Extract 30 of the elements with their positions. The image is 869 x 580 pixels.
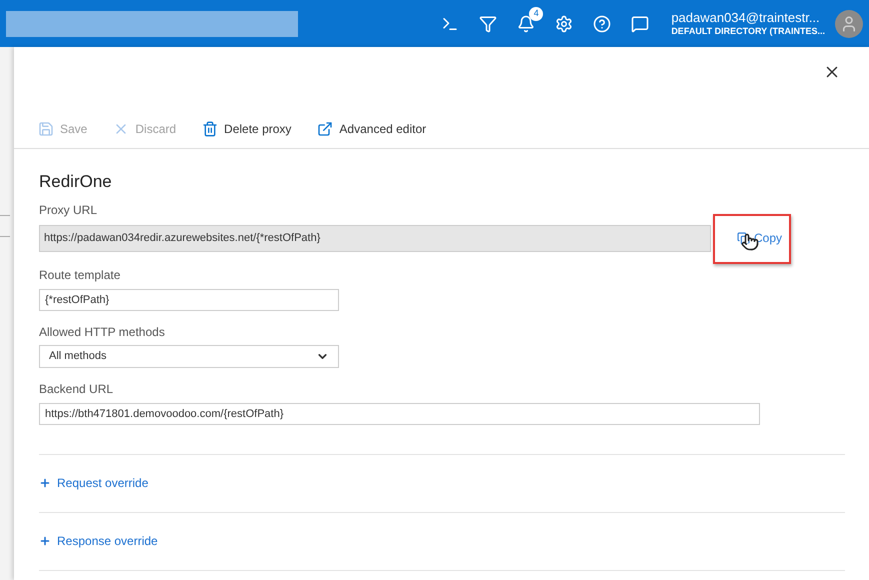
section-link[interactable]: Response override (39, 512, 845, 570)
user-name[interactable]: padawan034@traintestr... (671, 10, 825, 26)
plus-icon (39, 477, 51, 489)
section-link[interactable]: Request override (39, 454, 845, 512)
search-field[interactable] (6, 10, 298, 36)
backend-url-field[interactable]: https://bth471801.demovoodoo.com/{restOfPath} (39, 402, 760, 424)
filter-icon[interactable] (479, 14, 498, 32)
save-icon (38, 120, 54, 136)
plus-icon (39, 535, 51, 547)
toolbar-button[interactable]: Delete proxy (202, 120, 292, 138)
field-label: Proxy URL (39, 202, 98, 218)
notification-badge: 4 (529, 6, 544, 20)
copy-icon (737, 232, 750, 244)
avatar[interactable] (835, 10, 863, 38)
feedback-icon[interactable] (631, 14, 650, 32)
person-icon (840, 14, 858, 32)
methods-dropdown[interactable]: All methods (39, 344, 339, 368)
notifications-icon[interactable] (517, 14, 536, 32)
field-label: Backend URL (39, 380, 114, 398)
route-template-field[interactable]: {*restOfPath} (39, 288, 339, 310)
delete-icon (202, 120, 218, 136)
proxy-url-field[interactable]: https://padawan034redir.azurewebsites.net/{*restOfPath} (39, 224, 711, 252)
field-label: Allowed HTTP methods (39, 324, 166, 340)
settings-icon[interactable] (555, 14, 574, 32)
proxy-title: RedirOne (39, 171, 113, 193)
toolbar-button[interactable]: Advanced editor (317, 120, 426, 138)
help-icon[interactable] (593, 14, 612, 32)
directory-name: DEFAULT DIRECTORY (TRAINTES... (671, 26, 825, 38)
field-label: Route template (39, 266, 122, 284)
editor-icon (317, 120, 334, 136)
